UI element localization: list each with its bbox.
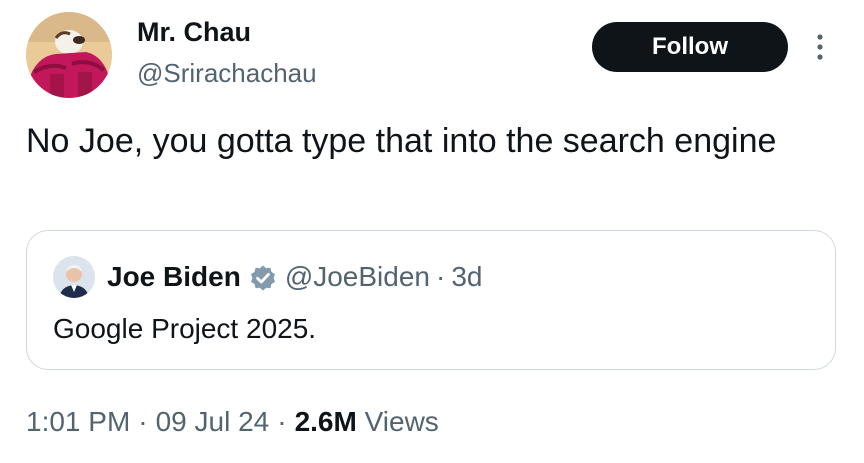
meta-separator: · [138,406,148,437]
quoted-text: Google Project 2025. [53,313,317,344]
views-count: 2.6M [294,406,357,437]
person-avatar-icon [53,256,95,298]
quoted-author-handle[interactable]: @JoeBiden [285,257,430,297]
verified-badge-icon [249,263,277,291]
more-vertical-icon[interactable] [812,32,828,62]
tweet-date[interactable]: 09 Jul 24 [156,406,270,437]
tweet-meta: 1:01 PM · 09 Jul 24 · 2.6M Views [26,404,439,440]
tweet-card: Mr. Chau @Srirachachau Follow No Joe, yo… [0,0,864,463]
author-handle[interactable]: @Srirachachau [137,58,317,88]
cartoon-avatar-icon [26,12,112,98]
tweet-text: No Joe, you gotta type that into the sea… [26,122,777,160]
quoted-author-name[interactable]: Joe Biden [107,257,241,297]
meta-separator-2: · [277,406,287,437]
author-avatar[interactable] [26,12,112,98]
tweet-time[interactable]: 1:01 PM [26,406,130,437]
quoted-header: Joe Biden @JoeBiden · 3d [107,257,482,297]
follow-button[interactable]: Follow [592,22,788,72]
quoted-tweet[interactable]: Joe Biden @JoeBiden · 3d Google Project … [26,230,836,370]
quoted-age[interactable]: 3d [451,257,482,297]
quoted-separator: · [436,261,446,292]
views-label: Views [364,406,439,437]
quoted-author-avatar[interactable] [53,256,95,298]
author-name[interactable]: Mr. Chau [137,16,251,48]
